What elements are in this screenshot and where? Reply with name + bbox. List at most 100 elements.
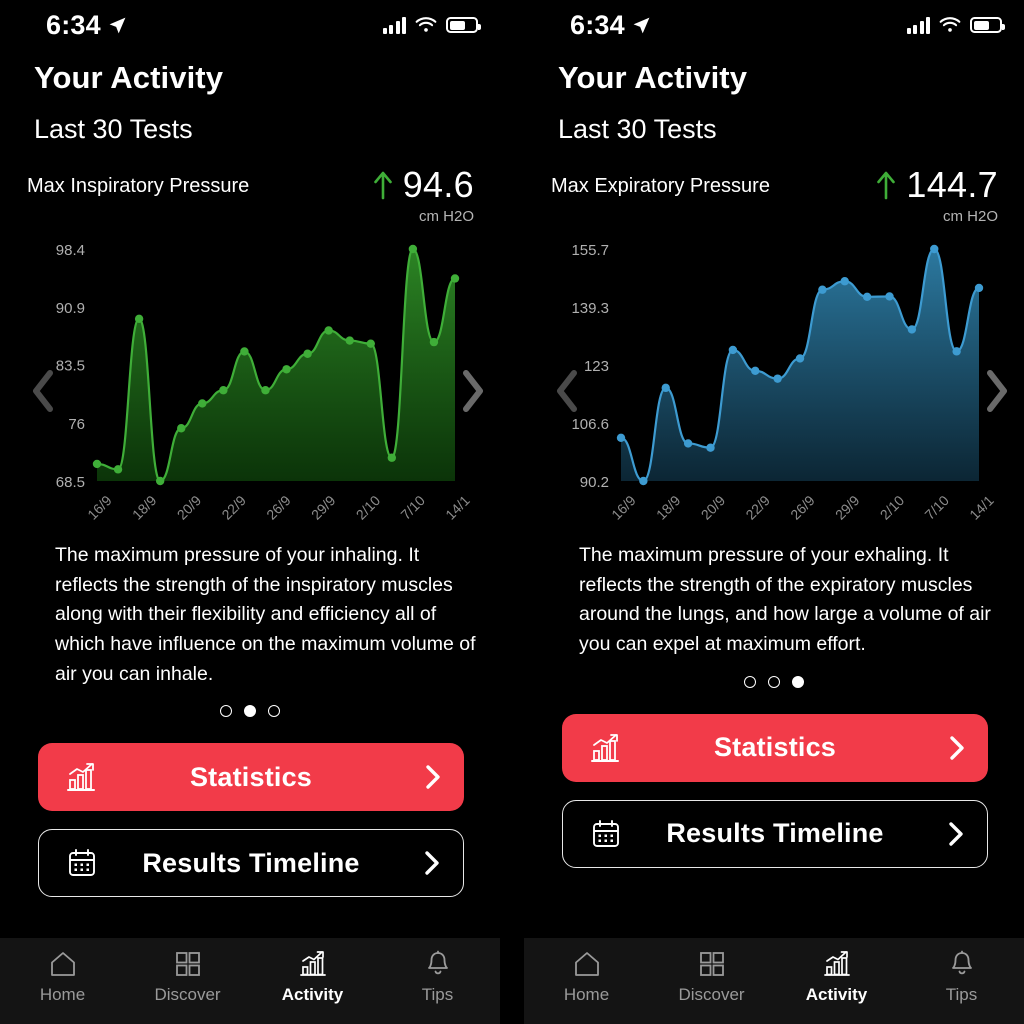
dual-screenshot-container: 6:34 Your Activity Last 30 Tests Max Ins… <box>0 0 1024 1024</box>
svg-text:29/9: 29/9 <box>308 492 339 523</box>
calendar-icon <box>593 819 619 847</box>
chart-next-arrow[interactable] <box>984 369 1010 413</box>
trend-up-arrow-icon <box>877 171 896 200</box>
grid-icon <box>699 952 724 976</box>
metric-value: 94.6 <box>402 164 474 205</box>
metric-value-block: 94.6 cm H2O <box>373 167 474 225</box>
chart-up-icon <box>299 951 326 976</box>
svg-text:90.2: 90.2 <box>580 474 609 491</box>
chart-next-arrow[interactable] <box>460 369 486 413</box>
status-bar-right <box>906 16 1005 34</box>
metric-unit: cm H2O <box>418 208 474 225</box>
tab-tips-label: Tips <box>945 985 978 1004</box>
statistics-button-label: Statistics <box>189 761 313 792</box>
chevron-right-icon <box>949 821 963 846</box>
tab-activity[interactable]: Activity <box>774 949 899 1013</box>
home-icon <box>574 952 599 976</box>
svg-text:22/9: 22/9 <box>218 492 249 523</box>
status-time: 6:34 <box>570 9 625 40</box>
tab-activity[interactable]: Activity <box>250 949 375 1013</box>
pager-dot-active[interactable] <box>792 675 804 688</box>
metric-description: The maximum pressure of your exhaling. I… <box>579 544 991 655</box>
svg-text:18/9: 18/9 <box>129 492 160 523</box>
chevron-right-icon <box>425 851 439 875</box>
cta-group: Statistics Results Timeline <box>0 717 500 898</box>
location-arrow-icon <box>633 17 650 33</box>
svg-text:2/10: 2/10 <box>877 492 908 523</box>
svg-text:26/9: 26/9 <box>263 492 294 523</box>
tab-discover-label: Discover <box>678 985 745 1004</box>
tab-home-label: Home <box>563 985 610 1004</box>
page-title: Your Activity <box>558 60 748 95</box>
carousel-pager-right[interactable] <box>524 660 1024 688</box>
cellular-bars-icon <box>906 16 930 34</box>
chart-prev-arrow[interactable] <box>554 369 580 413</box>
bar-chart-icon <box>591 733 619 762</box>
svg-text:14/1: 14/1 <box>442 492 473 523</box>
home-icon <box>50 952 75 976</box>
pager-dot-active[interactable] <box>244 705 256 718</box>
pager-dot[interactable] <box>744 675 756 688</box>
results-timeline-button[interactable]: Results Timeline <box>38 829 464 898</box>
tab-home[interactable]: Home <box>524 949 649 1013</box>
svg-text:26/9: 26/9 <box>787 492 818 523</box>
svg-text:76: 76 <box>68 416 85 433</box>
svg-text:22/9: 22/9 <box>742 492 773 523</box>
status-bar: 6:34 <box>524 0 1024 50</box>
svg-text:2/10: 2/10 <box>353 492 384 523</box>
svg-text:7/10: 7/10 <box>397 492 428 523</box>
chart-up-icon <box>823 951 850 976</box>
metric-name: Max Expiratory Pressure <box>551 175 770 197</box>
bar-chart-icon <box>67 763 95 792</box>
results-timeline-button-label: Results Timeline <box>666 818 884 848</box>
tab-tips[interactable]: Tips <box>375 949 500 1013</box>
status-bar: 6:34 <box>0 0 500 50</box>
activity-chart-expiratory[interactable]: 90.2 106.6 123 139.3 155.7 16/9 18/9 20/9 22/9 26… <box>524 231 1024 531</box>
pager-dot[interactable] <box>768 675 780 688</box>
pager-dot[interactable] <box>220 705 232 718</box>
pager-dot[interactable] <box>268 705 280 718</box>
calendar-icon <box>69 849 95 877</box>
chart-prev-arrow[interactable] <box>30 369 56 413</box>
svg-text:123: 123 <box>584 358 609 375</box>
svg-text:20/9: 20/9 <box>698 492 729 523</box>
tab-discover-label: Discover <box>154 985 221 1004</box>
metric-unit: cm H2O <box>942 208 998 225</box>
wifi-icon <box>939 16 961 32</box>
battery-icon <box>970 17 1005 33</box>
status-time: 6:34 <box>46 9 101 40</box>
chevron-right-icon <box>426 765 440 789</box>
tab-discover[interactable]: Discover <box>649 949 774 1013</box>
svg-text:83.5: 83.5 <box>56 358 85 375</box>
chevron-right-icon <box>950 735 964 760</box>
svg-text:68.5: 68.5 <box>56 474 85 491</box>
activity-chart-inspiratory[interactable]: 68.5 76 83.5 90.9 98.4 16/9 18/9 20/9 22/9 26/9 29… <box>0 231 500 531</box>
svg-text:16/9: 16/9 <box>84 492 115 523</box>
page-subtitle: Last 30 Tests <box>558 114 717 144</box>
status-bar-left: 6:34 <box>46 10 127 41</box>
svg-text:155.7: 155.7 <box>571 242 609 259</box>
tab-activity-label: Activity <box>281 985 344 1004</box>
bell-icon <box>427 950 448 975</box>
tab-tips[interactable]: Tips <box>899 949 1024 1013</box>
svg-text:98.4: 98.4 <box>56 242 85 259</box>
results-timeline-button[interactable]: Results Timeline <box>562 799 988 868</box>
svg-text:106.6: 106.6 <box>571 416 609 433</box>
chart-svg: 90.2 106.6 123 139.3 155.7 16/9 18/9 20/9 22/9 26… <box>571 242 996 523</box>
chart-svg: 68.5 76 83.5 90.9 98.4 16/9 18/9 20/9 22/9 26/9 29… <box>56 242 473 523</box>
grid-icon <box>175 952 200 976</box>
statistics-button[interactable]: Statistics <box>562 713 988 782</box>
statistics-button[interactable]: Statistics <box>38 743 464 812</box>
metric-header-row: Max Expiratory Pressure 144.7 cm H2O <box>524 145 1024 226</box>
carousel-pager-left[interactable] <box>0 689 500 718</box>
metric-name: Max Inspiratory Pressure <box>27 175 250 197</box>
tab-tips-label: Tips <box>421 985 454 1004</box>
battery-icon <box>446 17 481 33</box>
tab-activity-label: Activity <box>805 985 868 1004</box>
metric-header-row: Max Inspiratory Pressure 94.6 cm H2O <box>0 145 500 226</box>
bell-icon <box>951 950 972 975</box>
results-timeline-button-label: Results Timeline <box>142 847 360 878</box>
tab-discover[interactable]: Discover <box>125 949 250 1013</box>
page-title: Your Activity <box>34 60 224 95</box>
tab-home[interactable]: Home <box>0 949 125 1013</box>
